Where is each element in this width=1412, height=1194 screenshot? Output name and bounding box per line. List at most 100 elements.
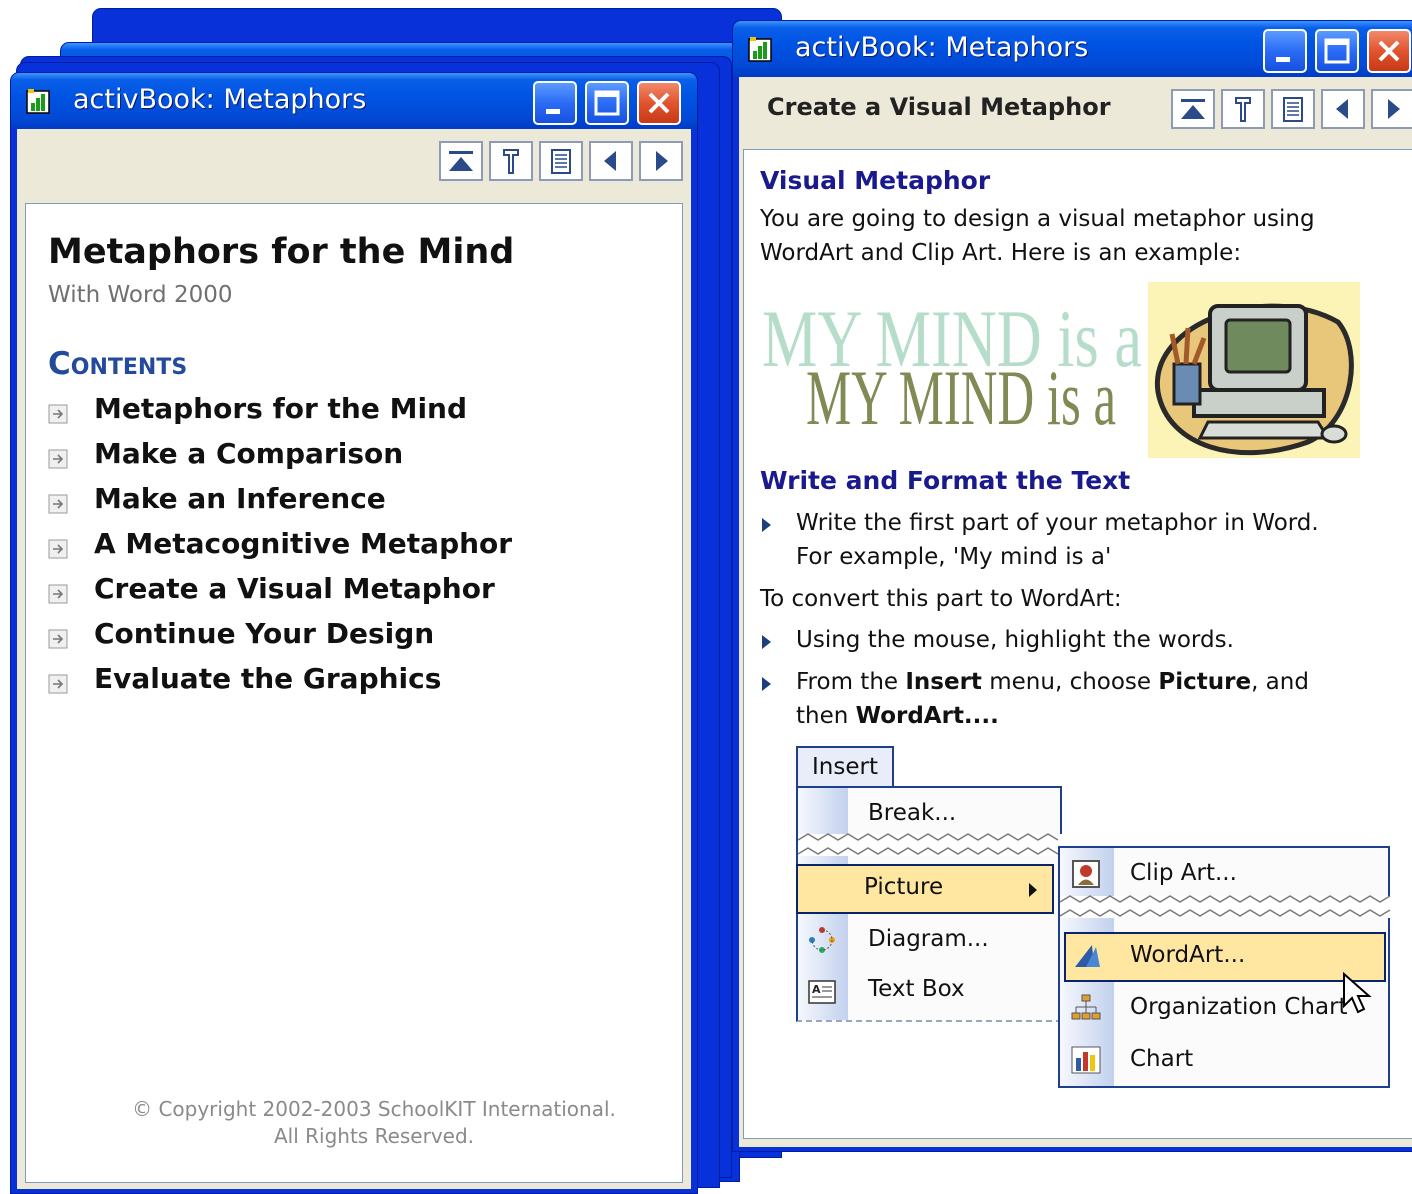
submenu-item-organization-chart[interactable]: Organization Chart — [1130, 994, 1348, 1020]
picture-submenu: Clip Art... WordArt... Organization Char… — [1058, 846, 1392, 1088]
maximize-icon — [594, 90, 620, 116]
wordart-icon — [1075, 945, 1100, 967]
step-text-part: then — [796, 703, 856, 729]
left-content: Metaphors for the Mind With Word 2000 Co… — [25, 203, 683, 1183]
svg-text:A: A — [812, 983, 821, 996]
convert-text: To convert this part to WordArt: — [760, 586, 1122, 612]
forward-button[interactable] — [639, 141, 683, 181]
tools-icon — [503, 149, 519, 174]
menu-item-picture[interactable]: Picture — [796, 864, 1054, 914]
submenu-item-wordart[interactable]: WordArt... — [1064, 932, 1386, 982]
book-subtitle: With Word 2000 — [48, 282, 233, 308]
expand-arrow-icon — [48, 494, 68, 514]
text-box-icon: A — [808, 980, 836, 1004]
triangle-bullet-icon — [762, 677, 771, 691]
menu-item-picture-label: Picture — [864, 874, 944, 900]
tools-icon — [1235, 97, 1251, 122]
toc-label: Make a Comparison — [94, 437, 404, 470]
left-titlebar[interactable]: activBook: Metaphors — [11, 73, 697, 129]
wordart-main-text: MY MIND is a — [806, 354, 1116, 441]
minimize-button[interactable] — [533, 81, 577, 125]
triangle-bullet-icon — [762, 518, 771, 532]
back-button[interactable] — [1321, 89, 1365, 129]
section-title-write-format: Write and Format the Text — [760, 466, 1131, 495]
left-toolbar — [17, 129, 691, 187]
home-button[interactable] — [439, 141, 483, 181]
back-icon — [604, 151, 616, 171]
close-icon — [1378, 40, 1400, 62]
minimize-button[interactable] — [1263, 29, 1307, 73]
home-icon — [1181, 99, 1205, 119]
menu-item-break[interactable]: Break... — [868, 800, 956, 826]
app-book-icon — [748, 37, 772, 62]
toc-label: Evaluate the Graphics — [94, 662, 442, 695]
step-text: For example, 'My mind is a' — [796, 544, 1112, 570]
step-text: Write the first part of your metaphor in… — [796, 510, 1319, 536]
insert-menu-label: Insert — [812, 754, 878, 780]
contents-button[interactable] — [1271, 89, 1315, 129]
close-button[interactable] — [637, 81, 681, 125]
forward-button[interactable] — [1371, 89, 1412, 129]
forward-icon — [656, 151, 668, 171]
tools-button[interactable] — [489, 141, 533, 181]
torn-edge — [798, 833, 1064, 856]
menu-item-text-box[interactable]: Text Box — [868, 976, 965, 1002]
submenu-item-wordart-label: WordArt... — [1130, 942, 1246, 968]
home-button[interactable] — [1171, 89, 1215, 129]
contents-button[interactable] — [539, 141, 583, 181]
right-window-body: Create a Visual Metaphor Visual Metaphor… — [739, 77, 1412, 1147]
right-window: activBook: Metaphors Create a Visual Met… — [732, 20, 1412, 1152]
maximize-button[interactable] — [1315, 29, 1359, 73]
right-content: Visual Metaphor You are going to design … — [743, 149, 1412, 1139]
expand-arrow-icon — [48, 539, 68, 559]
mouse-cursor-icon — [1343, 972, 1372, 1014]
step-text: From the Insert menu, choose Picture, an… — [796, 665, 1309, 699]
expand-arrow-icon — [48, 449, 68, 469]
torn-edge — [1060, 895, 1392, 918]
toc-label: Create a Visual Metaphor — [94, 572, 495, 605]
contents-heading: Contents — [48, 346, 188, 382]
left-window-body: Metaphors for the Mind With Word 2000 Co… — [17, 129, 691, 1189]
section-title-visual-metaphor: Visual Metaphor — [760, 166, 991, 195]
toc-label: Metaphors for the Mind — [94, 392, 468, 425]
minimize-icon — [546, 109, 560, 114]
minimize-icon — [1276, 57, 1290, 62]
menu-item-diagram[interactable]: Diagram... — [868, 926, 989, 952]
wordart-example: MY MIND is a MY MIND is a — [762, 276, 1152, 446]
right-titlebar[interactable]: activBook: Metaphors — [733, 21, 1412, 77]
step-text-part: From the — [796, 669, 906, 695]
copyright-line: All Rights Reserved. — [273, 1124, 475, 1148]
copyright-line: © Copyright 2002-2003 SchoolKIT Internat… — [132, 1097, 616, 1121]
submenu-item-clip-art[interactable]: Clip Art... — [1130, 860, 1237, 886]
maximize-button[interactable] — [585, 81, 629, 125]
expand-arrow-icon — [48, 629, 68, 649]
insert-menu: Break... Picture Diagram... A Text Box — [796, 786, 1064, 1022]
page-title: Create a Visual Metaphor — [767, 93, 1111, 121]
contents-icon — [551, 149, 571, 174]
step-text: Using the mouse, highlight the words. — [796, 627, 1234, 653]
chart-icon — [1071, 1046, 1101, 1074]
step-text-part: menu, choose — [981, 669, 1159, 695]
back-button[interactable] — [589, 141, 633, 181]
tools-button[interactable] — [1221, 89, 1265, 129]
submenu-item-chart[interactable]: Chart — [1130, 1046, 1193, 1072]
step-text: then WordArt.... — [796, 699, 999, 733]
book-title: Metaphors for the Mind — [48, 232, 515, 272]
close-button[interactable] — [1367, 29, 1411, 73]
diagram-icon — [809, 927, 835, 953]
expand-arrow-icon — [48, 584, 68, 604]
forward-icon — [1388, 99, 1400, 119]
triangle-bullet-icon — [762, 635, 771, 649]
toc-label: A Metacognitive Metaphor — [94, 527, 513, 560]
menu-name-picture: Picture — [1158, 669, 1252, 695]
menu-name-wordart: WordArt.... — [855, 703, 999, 729]
left-window: activBook: Metaphors Metaphors for the M… — [10, 72, 698, 1194]
organization-chart-icon — [1071, 994, 1101, 1020]
toc-label: Continue Your Design — [94, 617, 435, 650]
intro-text: WordArt and Clip Art. Here is an example… — [760, 240, 1242, 266]
expand-arrow-icon — [48, 674, 68, 694]
insert-menu-tab[interactable]: Insert — [796, 746, 894, 788]
window-title: activBook: Metaphors — [73, 84, 367, 115]
copyright-notice: © Copyright 2002-2003 SchoolKIT Internat… — [66, 1096, 682, 1150]
wordart-example-graphic: MY MIND is a MY MIND is a — [762, 293, 1142, 441]
